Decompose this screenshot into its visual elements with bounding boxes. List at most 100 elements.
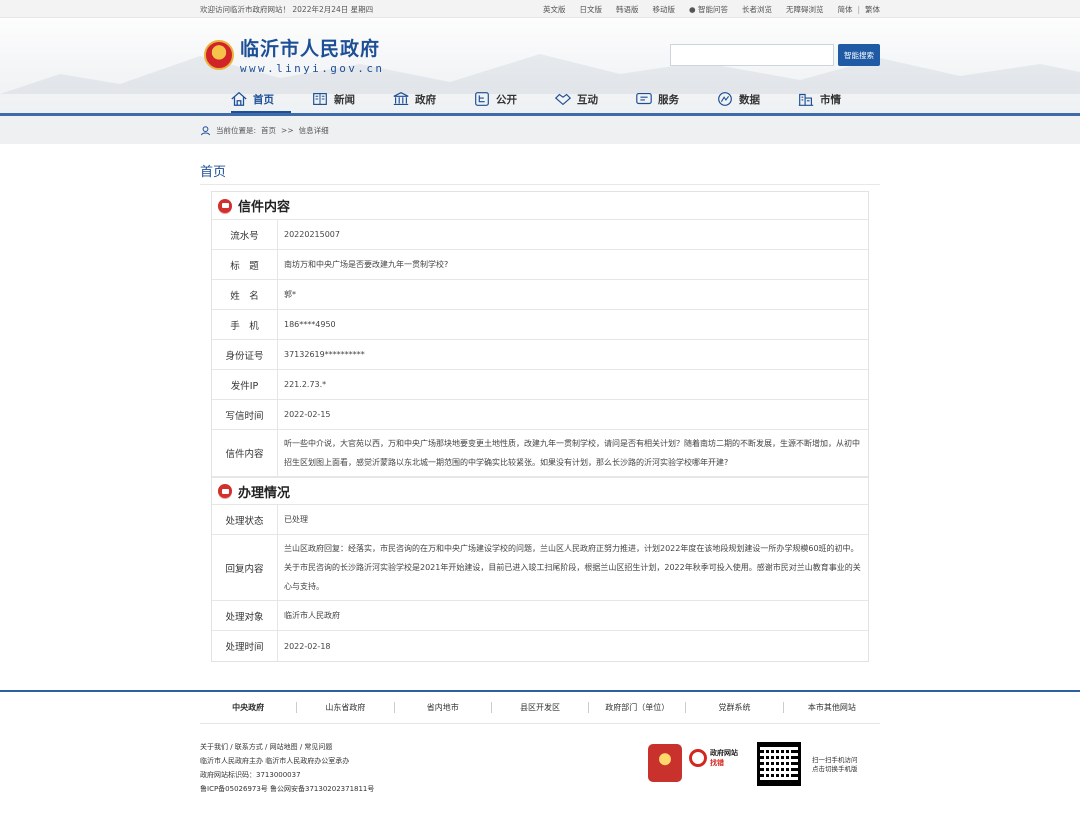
- row-value: 20220215007: [284, 230, 340, 239]
- search-button[interactable]: 智能搜索: [838, 44, 880, 66]
- link-mobile[interactable]: 移动版: [653, 4, 676, 15]
- mail-icon: [218, 484, 232, 498]
- footer-info-line: 临沂市人民政府主办 临沂市人民政府办公室承办: [200, 757, 350, 765]
- footer-info-line: 政府网站标识码：3713000037: [200, 771, 301, 779]
- breadcrumb-separator: >>: [281, 125, 294, 135]
- row-value: 临沂市人民政府: [284, 611, 340, 620]
- site-logo[interactable]: 临沂市人民政府 www.linyi.gov.cn: [204, 34, 384, 75]
- nav-city-label: 市情: [820, 93, 841, 106]
- report-error-badge[interactable]: 政府网站 找错: [689, 748, 738, 768]
- table-row: 信件内容 听一些中介说，大官苑以西，万和中央广场那块地要变更土地性质，改建九年一贯…: [212, 430, 868, 477]
- link-simplified[interactable]: 简体: [837, 4, 852, 15]
- party-gov-badge-icon[interactable]: [648, 744, 682, 782]
- link-korean[interactable]: 韩语版: [616, 4, 639, 15]
- breadcrumb-current: 信息详细: [298, 125, 329, 135]
- nav-open-label: 公开: [496, 93, 517, 106]
- table-row: 手 机 186****4950: [212, 310, 868, 340]
- row-label: 处理对象: [212, 601, 278, 630]
- footer-bottom: 关于我们 / 联系方式 / 网站地图 / 常见问题 临沂市人民政府主办 临沂市人…: [200, 724, 880, 794]
- top-links: 英文版 日文版 韩语版 移动版 ● 智能问答 长者浏览 无障碍浏览 简体 | 繁…: [543, 4, 880, 15]
- row-value: 2022-02-15: [284, 410, 331, 419]
- row-label: 写信时间: [212, 400, 278, 429]
- badge-text-1: 政府网站: [710, 749, 738, 757]
- qr-caption[interactable]: 扫一扫手机访问 点击切换手机版: [812, 756, 858, 774]
- link-english[interactable]: 英文版: [543, 4, 566, 15]
- nav-home-label: 首页: [253, 93, 274, 106]
- table-row: 发件IP 221.2.73.*: [212, 370, 868, 400]
- newspaper-icon: [313, 93, 327, 105]
- lang-separator: |: [857, 4, 860, 14]
- row-value: 南坊万和中央广场是否要改建九年一贯制学校?: [284, 260, 449, 269]
- link-smart-qa[interactable]: ● 智能问答: [689, 4, 728, 15]
- nav-government-label: 政府: [415, 93, 436, 106]
- row-label: 手 机: [212, 310, 278, 339]
- link-japanese[interactable]: 日文版: [580, 4, 603, 15]
- breadcrumb-home[interactable]: 首页: [261, 125, 276, 136]
- row-label: 标 题: [212, 250, 278, 279]
- table-row: 处理状态 已处理: [212, 505, 868, 535]
- nav-service[interactable]: 服务: [635, 90, 716, 108]
- home-icon: [231, 91, 247, 106]
- breadcrumb-prefix: 当前位置是:: [216, 125, 257, 135]
- table-row: 写信时间 2022-02-15: [212, 400, 868, 430]
- table-row: 回复内容 兰山区政府回复：经落实，市民咨询的在万和中央广场建设学校的问题，兰山区人…: [212, 535, 868, 601]
- city-icon: [798, 93, 814, 106]
- qr-caption-line: 点击切换手机版: [812, 765, 858, 773]
- table-row: 处理时间 2022-02-18: [212, 631, 868, 661]
- data-icon: [718, 92, 732, 106]
- nav-service-label: 服务: [658, 93, 679, 106]
- link-smart-qa-label: 智能问答: [697, 4, 728, 14]
- service-icon: [636, 93, 652, 105]
- row-label: 身份证号: [212, 340, 278, 369]
- row-value: 听一些中介说，大官苑以西，万和中央广场那块地要变更土地性质，改建九年一贯制学校，…: [284, 439, 860, 467]
- badge-text-2: 找错: [710, 759, 724, 767]
- row-value: 186****4950: [284, 320, 336, 329]
- nav-city[interactable]: 市情: [797, 90, 878, 108]
- row-label: 流水号: [212, 220, 278, 249]
- nav-home[interactable]: 首页: [230, 90, 311, 108]
- breadcrumb: 当前位置是: 首页 >> 信息详细: [0, 116, 1080, 144]
- row-value: 已处理: [284, 515, 308, 524]
- nav-data[interactable]: 数据: [716, 90, 797, 108]
- footer-link-counties[interactable]: 县区开发区: [492, 702, 590, 713]
- site-url: www.linyi.gov.cn: [240, 62, 385, 75]
- footer-link-province[interactable]: 山东省政府: [297, 702, 395, 713]
- footer-link-cities[interactable]: 省内地市: [395, 702, 492, 713]
- main-nav: 首页 新闻 政府 公开 互动 服务 数据 市情: [230, 90, 880, 108]
- detail-panel: 信件内容 流水号 20220215007 标 题南坊万和中央广场是否要改建九年一贯…: [211, 191, 869, 662]
- handling-section-header: 办理情况: [212, 477, 868, 505]
- site-name: 临沂市人民政府: [240, 38, 381, 60]
- mail-icon: [218, 198, 232, 213]
- nav-interaction[interactable]: 互动: [554, 90, 635, 108]
- table-row: 标 题南坊万和中央广场是否要改建九年一贯制学校?: [212, 250, 868, 280]
- table-row: 姓 名郭*: [212, 280, 868, 310]
- table-row: 流水号 20220215007: [212, 220, 868, 250]
- footer-info: 关于我们 / 联系方式 / 网站地图 / 常见问题 临沂市人民政府主办 临沂市人…: [200, 740, 374, 794]
- footer-link-central[interactable]: 中央政府: [200, 702, 298, 713]
- footer-info-line[interactable]: 鲁ICP备05026973号 鲁公网安备37130202371811号: [200, 782, 374, 796]
- footer-link-departments[interactable]: 政府部门（单位）: [589, 702, 687, 713]
- link-elderly[interactable]: 长者浏览: [742, 4, 772, 15]
- row-value: 37132619**********: [284, 350, 365, 359]
- row-label: 处理状态: [212, 505, 278, 534]
- footer-link-party[interactable]: 党群系统: [686, 702, 784, 713]
- nav-data-label: 数据: [739, 93, 760, 106]
- site-header: 临沂市人民政府 www.linyi.gov.cn 智能搜索 首页 新闻 政府 公…: [0, 18, 1080, 116]
- qr-caption-line: 扫一扫手机访问: [812, 756, 858, 764]
- nav-news[interactable]: 新闻: [311, 90, 392, 108]
- national-emblem-icon: [204, 39, 234, 70]
- nav-government[interactable]: 政府: [392, 90, 473, 108]
- search-input[interactable]: [670, 44, 834, 66]
- row-label: 信件内容: [212, 430, 278, 476]
- footer-link-other[interactable]: 本市其他网站: [784, 702, 880, 713]
- footer-info-line[interactable]: 关于我们 / 联系方式 / 网站地图 / 常见问题: [200, 740, 374, 754]
- row-label: 处理时间: [212, 631, 278, 661]
- link-accessibility[interactable]: 无障碍浏览: [786, 4, 824, 15]
- row-value: 2022-02-18: [284, 641, 331, 651]
- nav-open[interactable]: 公开: [473, 90, 554, 108]
- row-value: 221.2.73.*: [284, 380, 327, 389]
- letter-section-title: 信件内容: [238, 200, 291, 215]
- link-traditional[interactable]: 繁体: [865, 4, 880, 15]
- letter-section-header: 信件内容: [212, 192, 868, 220]
- row-label: 回复内容: [212, 535, 278, 600]
